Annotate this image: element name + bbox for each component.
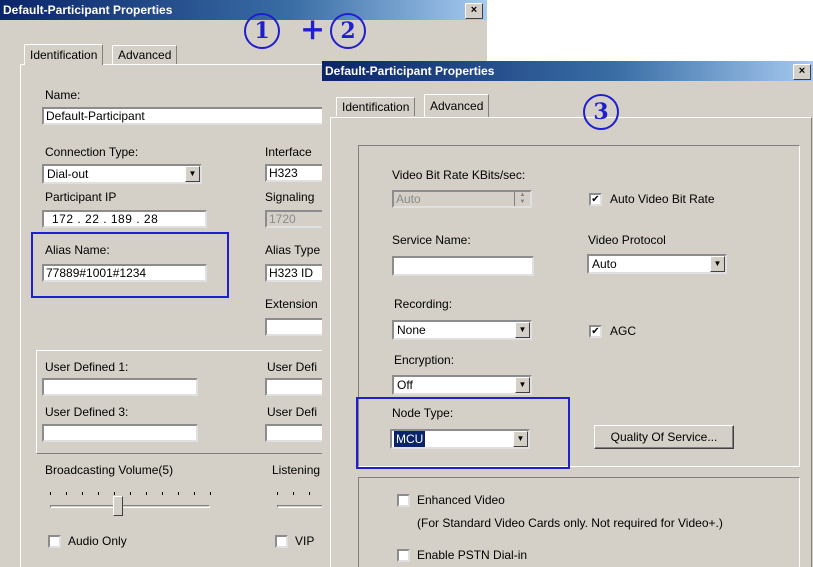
service-name-label: Service Name: [392, 233, 471, 247]
slider-track [50, 505, 210, 508]
video-bit-rate-spinner[interactable]: Auto ▲ ▼ [392, 190, 532, 208]
enhanced-video-note: (For Standard Video Cards only. Not requ… [417, 516, 723, 530]
enable-pstn-label: Enable PSTN Dial-in [417, 548, 528, 562]
user-defined-2-label: User Defi [267, 360, 318, 374]
left-dialog-title: Default-Participant Properties [0, 0, 487, 20]
step-1-marker: 1 [244, 13, 280, 49]
participant-ip-label: Participant IP [45, 190, 117, 204]
video-protocol-value: Auto [592, 257, 617, 271]
spinner-arrows-icon[interactable]: ▲ ▼ [514, 192, 530, 206]
user-defined-1-input[interactable] [42, 378, 198, 396]
user-defined-1-label: User Defined 1: [45, 360, 129, 374]
slider-tick [114, 492, 115, 495]
slider-thumb[interactable] [113, 496, 123, 516]
recording-value: None [397, 323, 426, 337]
right-tab-advanced[interactable]: Advanced [424, 94, 490, 117]
slider-tick [277, 492, 278, 495]
broadcasting-volume-slider[interactable] [42, 482, 212, 522]
auto-video-bit-rate-label: Auto Video Bit Rate [610, 192, 715, 206]
right-dialog-title: Default-Participant Properties [322, 61, 813, 81]
chevron-down-icon[interactable]: ▼ [515, 322, 530, 338]
audio-only-checkbox[interactable] [48, 535, 61, 548]
slider-tick [293, 492, 294, 495]
connection-type-label: Connection Type: [45, 145, 139, 159]
video-bit-rate-label: Video Bit Rate KBits/sec: [392, 168, 526, 182]
right-close-icon[interactable]: × [793, 64, 811, 80]
left-close-icon[interactable]: × [465, 3, 483, 19]
signaling-label: Signaling [265, 190, 315, 204]
connection-type-value: Dial-out [47, 167, 89, 181]
agc-checkbox[interactable]: ✔ [589, 325, 602, 338]
encryption-value: Off [397, 378, 413, 392]
step-3-marker: 3 [583, 94, 619, 130]
name-input[interactable]: Default-Participant [42, 107, 342, 125]
video-protocol-label: Video Protocol [588, 233, 666, 247]
vip-checkbox[interactable] [275, 535, 288, 548]
slider-tick [178, 492, 179, 495]
alias-type-label: Alias Type [265, 243, 321, 257]
vip-label: VIP [295, 534, 315, 548]
encryption-label: Encryption: [394, 353, 455, 367]
quality-of-service-button[interactable]: Quality Of Service... [594, 425, 734, 449]
user-defined-3-input[interactable] [42, 424, 198, 442]
recording-label: Recording: [394, 297, 453, 311]
audio-only-label: Audio Only [68, 534, 127, 548]
video-protocol-select[interactable]: Auto ▼ [587, 254, 727, 274]
alias-name-highlight [31, 232, 229, 298]
slider-tick [66, 492, 67, 495]
enable-pstn-checkbox[interactable] [397, 549, 410, 562]
listening-volume-label: Listening [272, 463, 321, 477]
interface-label: Interface [265, 145, 312, 159]
video-bit-rate-value: Auto [396, 192, 421, 206]
participant-ip-input[interactable]: 172 . 22 . 189 . 28 [42, 210, 207, 228]
encryption-select[interactable]: Off ▼ [392, 375, 532, 395]
chevron-down-icon[interactable]: ▼ [515, 377, 530, 393]
slider-tick [82, 492, 83, 495]
slider-tick [98, 492, 99, 495]
slider-tick [309, 492, 310, 495]
auto-video-bit-rate-checkbox[interactable]: ✔ [589, 193, 602, 206]
node-type-highlight [356, 397, 570, 469]
right-tab-identification[interactable]: Identification [336, 97, 416, 116]
slider-tick [146, 492, 147, 495]
slider-tick [162, 492, 163, 495]
step-2-marker: 2 [330, 13, 366, 49]
plus-marker: + [300, 12, 326, 47]
chevron-down-icon[interactable]: ▼ [710, 256, 725, 272]
listening-volume-slider[interactable] [265, 482, 327, 522]
recording-select[interactable]: None ▼ [392, 320, 532, 340]
right-properties-dialog: Default-Participant Properties × Identif… [322, 61, 813, 567]
enhanced-video-label: Enhanced Video [417, 493, 505, 507]
slider-tick [210, 492, 211, 495]
service-name-select[interactable] [392, 256, 534, 276]
left-tab-advanced[interactable]: Advanced [112, 45, 178, 64]
user-defined-4-label: User Defi [267, 405, 318, 419]
chevron-down-icon[interactable]: ▼ [185, 166, 200, 182]
left-tab-identification[interactable]: Identification [24, 44, 104, 65]
agc-label: AGC [610, 324, 637, 338]
connection-type-select[interactable]: Dial-out ▼ [42, 164, 202, 184]
user-defined-3-label: User Defined 3: [45, 405, 129, 419]
enhanced-video-checkbox[interactable] [397, 494, 410, 507]
slider-tick [50, 492, 51, 495]
extension-label: Extension [265, 297, 318, 311]
slider-tick [194, 492, 195, 495]
slider-tick [130, 492, 131, 495]
broadcasting-volume-label: Broadcasting Volume(5) [45, 463, 174, 477]
slider-track [277, 505, 327, 508]
name-label: Name: [45, 88, 81, 102]
